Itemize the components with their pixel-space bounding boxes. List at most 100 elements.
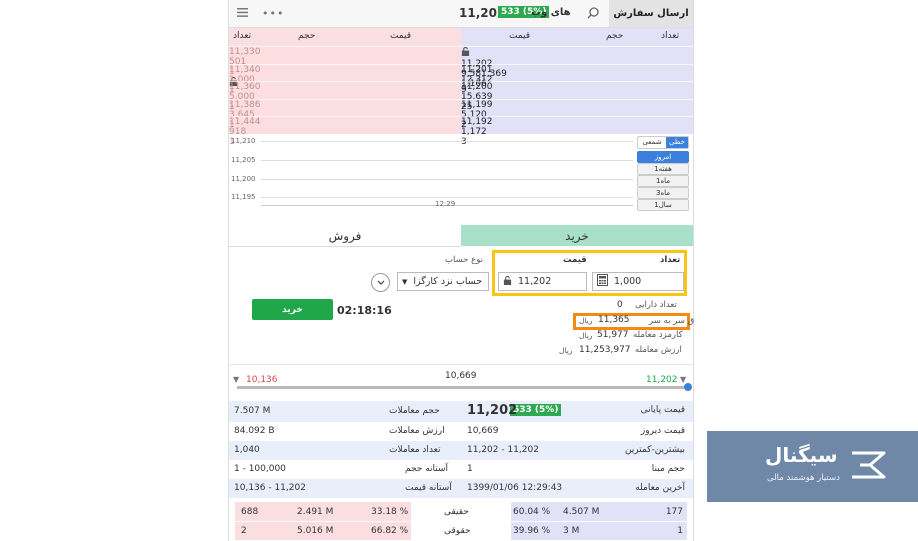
last-price-label: قیمت پایانی <box>640 405 685 415</box>
buy-legal-percent: 39.96 % <box>513 526 551 536</box>
account-select[interactable]: ▼ حساب نزد کارگزا <box>397 272 489 291</box>
candle-chart-option[interactable]: شمعی <box>638 137 666 148</box>
sell-row[interactable]: 11,340 1,000 1 <box>229 63 461 95</box>
last-price-badge: 533 (5%) <box>510 404 562 416</box>
volume-threshold-label: آستانه حجم <box>405 464 449 474</box>
breakeven-label: ق سر به سر <box>649 316 695 326</box>
sell-row[interactable]: 11,330 501 1 <box>229 46 461 86</box>
sell-row[interactable]: 11,444 918 1 <box>229 116 461 147</box>
tab-sell[interactable]: فروش <box>229 225 461 247</box>
stat-row: بیشترین-کمترین 11,202 - 11,202 تعداد معا… <box>229 441 693 460</box>
range-1year[interactable]: 1سال <box>637 199 689 211</box>
buy-row[interactable]: 11,192 1,172 3 <box>461 116 693 147</box>
range-1week[interactable]: 1هفته <box>637 163 689 175</box>
sell-volume-header: حجم <box>298 31 316 41</box>
rial-unit: ریال <box>579 316 593 325</box>
stat-row: قیمت پایانی 533 (5%) 11,202 حجم معاملات … <box>229 401 693 422</box>
real-legal-table: 688 2.491 M 33.18 % حقیقی 60.04 % 4.507 … <box>229 502 693 540</box>
quantity-input[interactable]: 1,000 <box>592 272 684 291</box>
rial-unit: ریال <box>579 331 593 340</box>
lock-icon[interactable] <box>503 275 512 288</box>
quantity-value: 1,000 <box>614 276 642 287</box>
trading-panel: ••• 11,202 533 (5%) های وب ارسال سفارش ق… <box>228 0 694 541</box>
y-tick: 11,210 <box>231 137 256 145</box>
range-today[interactable]: امروز <box>637 151 689 163</box>
trade-value-total-label: ارزش معاملات <box>389 426 445 436</box>
sell-row[interactable]: 11,360 5,000 1 <box>229 81 461 112</box>
trade-count-value: 1,040 <box>234 445 260 455</box>
buy-real-percent: 60.04 % <box>513 507 551 517</box>
breakeven-value: 11,365 <box>598 315 630 325</box>
buy-real-count: 177 <box>665 507 683 517</box>
range-track <box>237 386 687 389</box>
stat-row: آخرین معامله 1399/01/06 12:29:43 آستانه … <box>229 479 693 498</box>
y-tick: 11,205 <box>231 156 256 164</box>
trade-value: 11,253,977 <box>579 345 631 355</box>
order-timer: 02:18:16 <box>337 304 392 317</box>
volume-label: حجم معاملات <box>389 406 440 416</box>
max-min-value: 11,202 - 11,202 <box>467 445 539 455</box>
line-chart-option[interactable]: خطی <box>666 137 688 148</box>
account-type-label: نوع حساب <box>445 255 483 265</box>
buy-row[interactable]: 11,201 12,312 9 <box>461 63 693 95</box>
divider <box>229 364 693 365</box>
stat-row: حجم مبنا 1 آستانه حجم 1 - 100,000 <box>229 460 693 479</box>
chart-type-toggle[interactable]: خطی شمعی <box>637 136 689 149</box>
tab-buy[interactable]: خرید <box>461 225 693 246</box>
fee-label: کارمزد معامله <box>633 330 683 340</box>
sell-real-count: 688 <box>241 507 259 517</box>
sell-orders: 11,330 501 1 11,340 1,000 1 11,360 5,000… <box>229 46 461 147</box>
range-3month[interactable]: 3ماه <box>637 187 689 199</box>
yesterday-label: قیمت دیروز <box>640 426 685 436</box>
range-high: 11,202 <box>646 375 678 385</box>
calculator-icon[interactable] <box>597 274 608 289</box>
legal-label: حقوقی <box>444 526 471 536</box>
buy-row[interactable]: 11,202 9,581,369 1,106 <box>461 46 693 89</box>
y-tick: 11,195 <box>231 193 256 201</box>
logo-tagline: دستیار هوشمند مالی <box>767 473 840 483</box>
buy-submit-button[interactable]: خرید <box>252 299 333 320</box>
last-price-value: 11,202 <box>467 403 518 418</box>
sell-real-percent: 33.18 % <box>371 507 409 517</box>
buy-orders: 11,202 9,581,369 1,106 11,201 12,312 9 1… <box>461 46 693 147</box>
chevron-down-icon <box>377 280 384 285</box>
dropdown-arrow-icon: ▼ <box>402 277 408 286</box>
sell-price-header: قیمت <box>390 31 412 41</box>
search-icon[interactable] <box>587 7 599 19</box>
base-volume-label: حجم مبنا <box>651 464 685 474</box>
sell-legal-count: 2 <box>241 526 247 536</box>
rial-unit: ریال <box>559 346 573 355</box>
signal-logo-icon <box>848 447 890 486</box>
buy-real-volume: 4.507 M <box>563 507 600 517</box>
expand-button[interactable] <box>371 273 390 292</box>
price-chart: 11,210 11,205 11,200 11,195 12:29 خطی شم… <box>229 134 693 220</box>
grid-line <box>261 141 633 142</box>
buy-header: قیمت حجم تعداد <box>461 28 693 46</box>
grid-line <box>261 160 633 161</box>
fee-value: 51,977 <box>597 330 629 340</box>
price-threshold-value: 10,136 - 11,202 <box>234 483 306 493</box>
trade-value-total: 84.092 B <box>234 426 275 436</box>
trade-count-label: تعداد معاملات <box>389 445 441 455</box>
lock-icon <box>461 46 693 59</box>
max-min-label: بیشترین-کمترین <box>624 445 685 455</box>
price-value: 11,202 <box>518 276 552 287</box>
more-options-icon[interactable]: ••• <box>262 7 284 20</box>
stock-name[interactable]: های وب <box>531 7 571 18</box>
range-1month[interactable]: 1ماه <box>637 175 689 187</box>
price-input[interactable]: 11,202 <box>498 272 587 291</box>
menu-icon[interactable] <box>237 8 248 17</box>
signal-logo: سیگنال دستیار هوشمند مالی <box>707 431 918 502</box>
buy-volume-header: حجم <box>606 31 624 41</box>
trade-value-label: ارزش معامله <box>635 345 682 355</box>
sell-row[interactable]: 11,386 3,645 1 <box>229 98 461 130</box>
buy-row[interactable]: 11,199 5,120 2 <box>461 98 693 130</box>
base-volume-value: 1 <box>467 464 473 474</box>
send-order-button[interactable]: ارسال سفارش <box>609 0 693 27</box>
buy-legal-count: 1 <box>677 526 683 536</box>
asset-count-label: تعداد دارایی <box>635 300 677 310</box>
range-low: 10,136 <box>246 375 278 385</box>
sell-legal-percent: 66.82 % <box>371 526 409 536</box>
buy-row[interactable]: 11,200 15,639 25 <box>461 81 693 112</box>
y-tick: 11,200 <box>231 175 256 183</box>
